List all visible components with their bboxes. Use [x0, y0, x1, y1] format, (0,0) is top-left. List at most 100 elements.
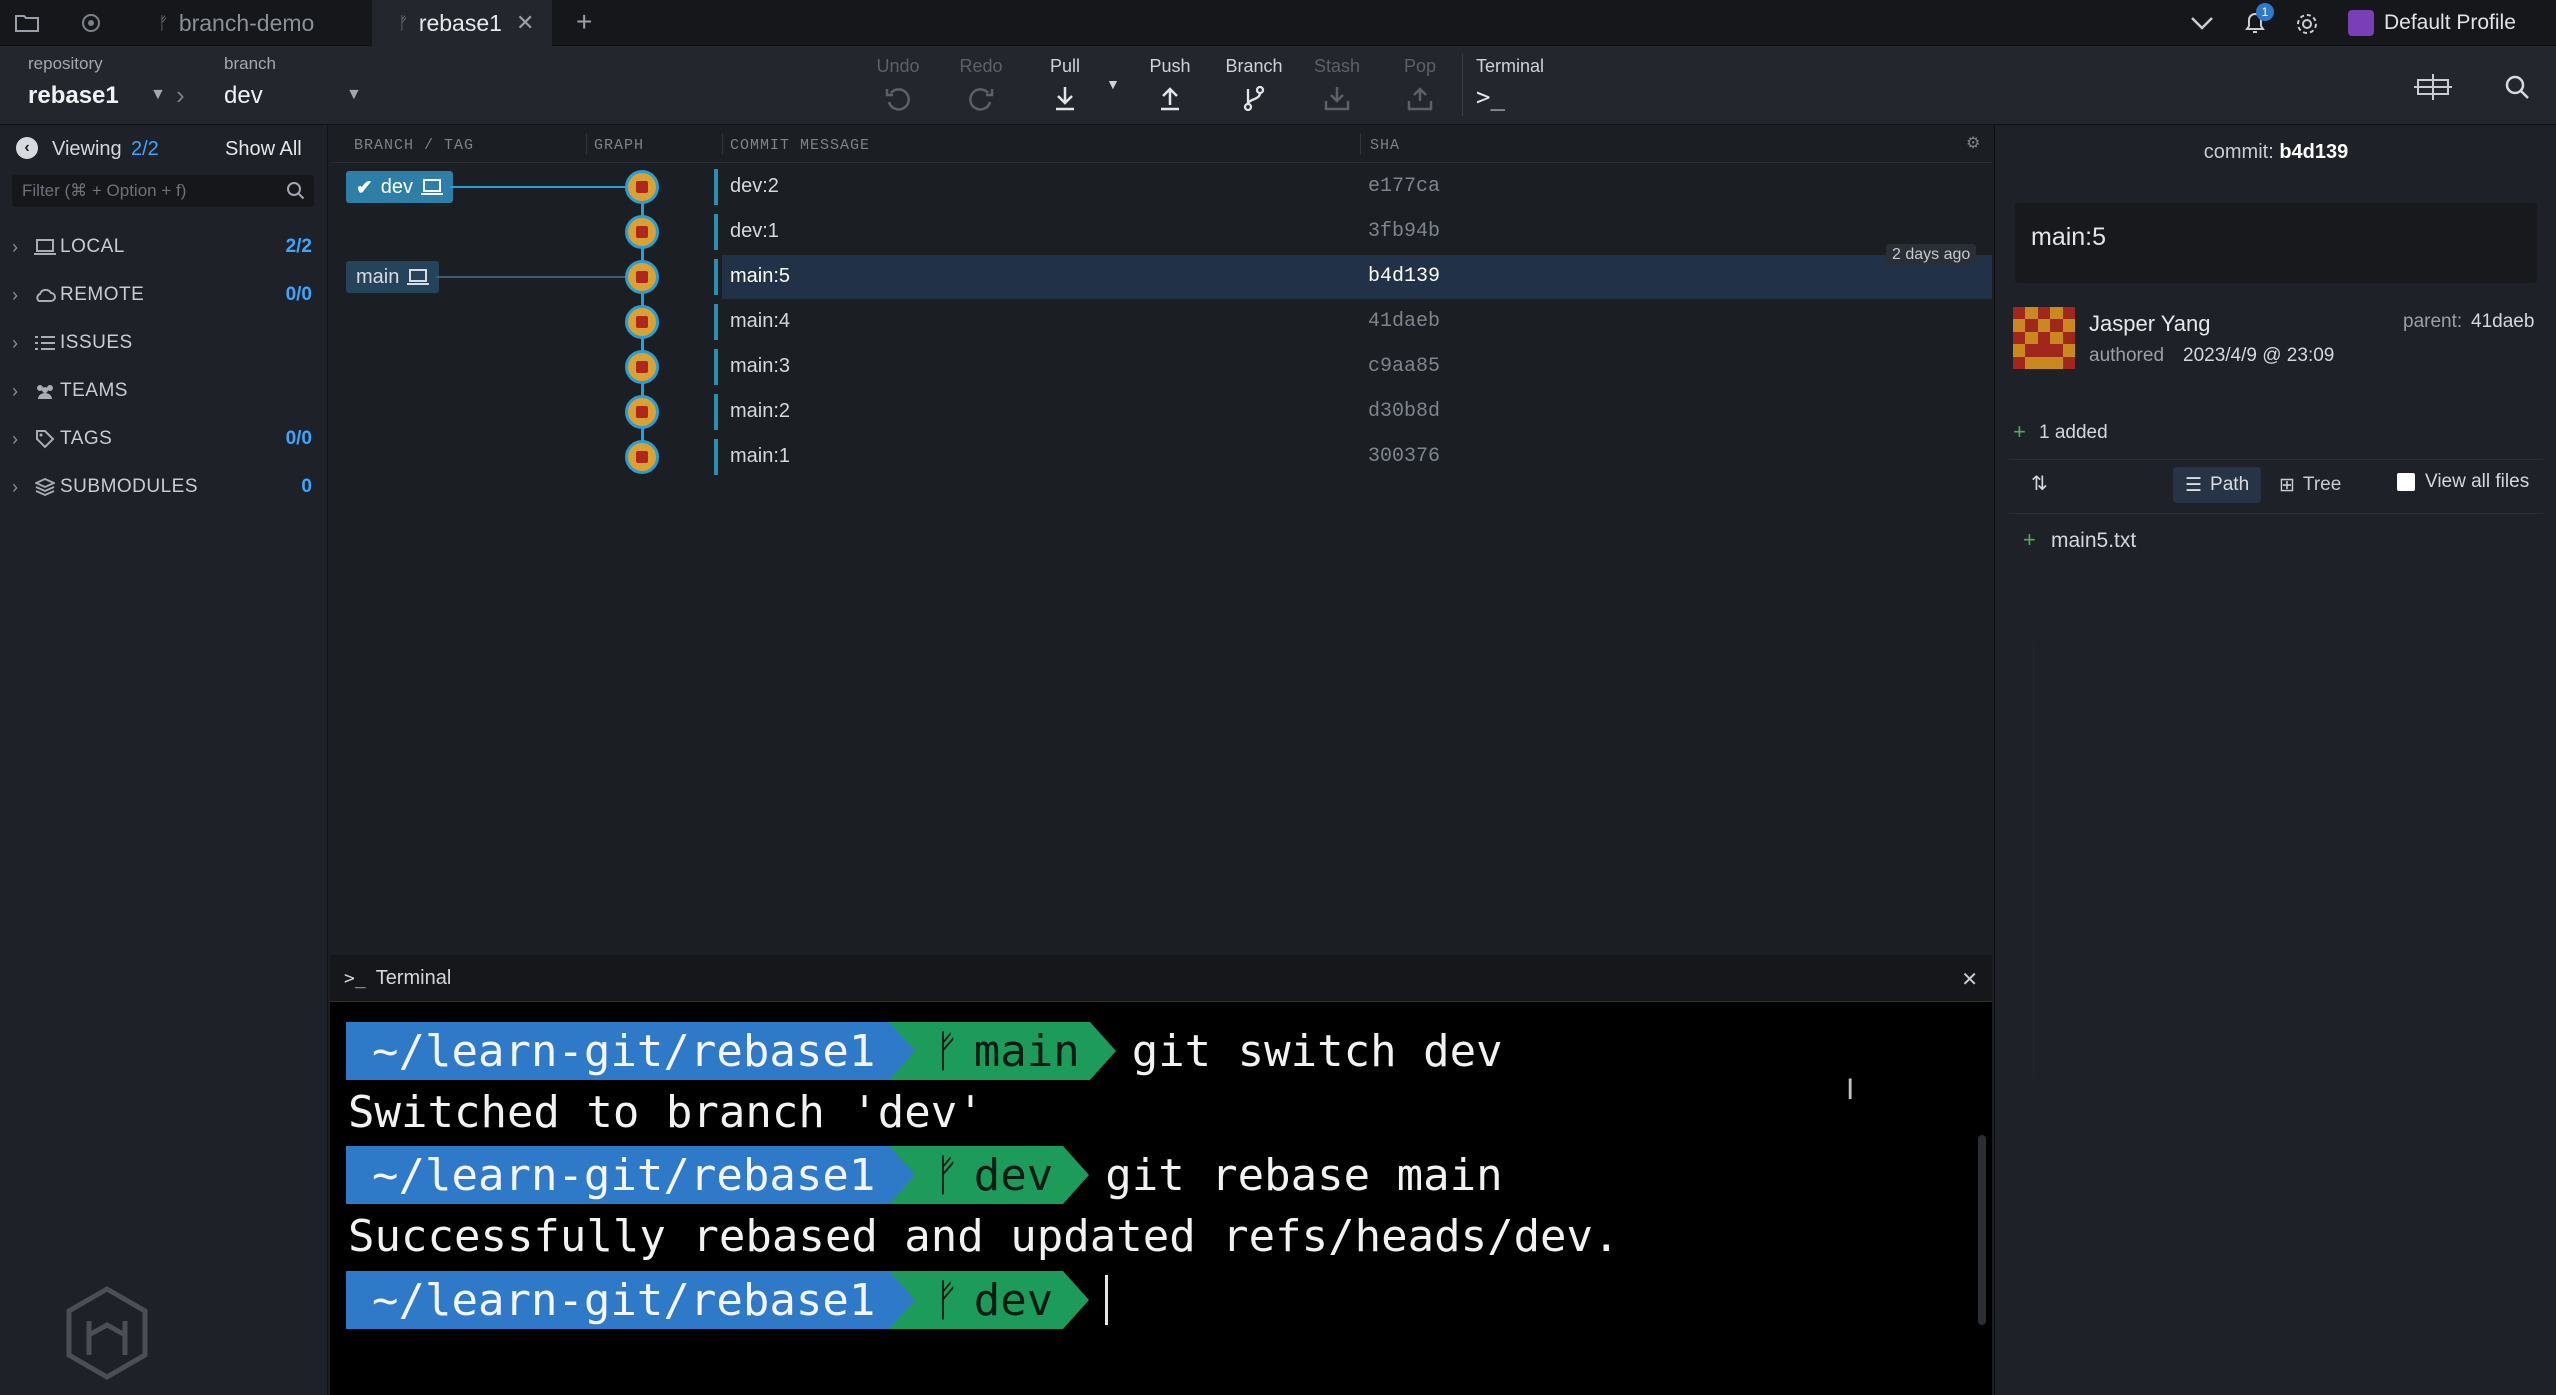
commit-message: main:3	[730, 355, 791, 377]
pull-icon	[1056, 87, 1074, 111]
terminal-panel[interactable]: >_ Terminal ✕ ~/learn-git/rebase1 ᚠ main …	[330, 955, 1992, 1395]
section-remote[interactable]: › REMOTE 0/0	[0, 275, 328, 315]
commit-avatar[interactable]	[625, 260, 659, 294]
terminal-icon: >_	[1476, 83, 1505, 111]
header-commit-message[interactable]: COMMIT MESSAGE	[730, 137, 870, 154]
commit-avatar[interactable]	[625, 395, 659, 429]
section-local[interactable]: › LOCAL 2/2	[0, 227, 328, 267]
commit-header: commit: b4d139	[1995, 141, 2556, 164]
close-tab-icon[interactable]: ✕	[516, 10, 534, 36]
section-teams[interactable]: › TEAMS	[0, 371, 328, 411]
branch-label-dev[interactable]: ✔ dev	[346, 171, 454, 203]
tree-view-button[interactable]: ⊞ Tree	[2267, 467, 2353, 503]
file-row[interactable]: + main5.txt	[2009, 525, 2543, 561]
terminal-button[interactable]: Terminal >_	[1476, 56, 1566, 111]
commit-row[interactable]: main:2 d30b8d	[330, 390, 1992, 434]
terminal-scrollbar[interactable]	[1978, 1135, 1986, 1325]
viewing-label: Viewing	[52, 138, 122, 160]
tree-icon: ⊞	[2279, 474, 2295, 496]
gitkraken-icon[interactable]	[78, 10, 104, 36]
filter-field[interactable]: Filter (⌘ + Option + f)	[12, 175, 314, 207]
commit-avatar[interactable]	[625, 215, 659, 249]
search-icon[interactable]	[2502, 72, 2532, 102]
cloud-icon	[30, 287, 60, 303]
prompt-separator	[1063, 1146, 1090, 1204]
chevron-right-icon: ›	[12, 380, 18, 401]
pop-button[interactable]: Pop	[1385, 56, 1455, 113]
commit-sha: e177ca	[1368, 175, 1441, 198]
branch-button[interactable]: Branch	[1219, 56, 1289, 113]
show-all-button[interactable]: Show All	[225, 138, 302, 161]
layout-toggle-icon[interactable]	[2412, 70, 2454, 104]
undo-button[interactable]: Undo	[863, 56, 933, 113]
section-tags[interactable]: › TAGS 0/0	[0, 419, 328, 459]
commit-row[interactable]: main:4 41daeb	[330, 300, 1992, 344]
chevron-right-icon: ›	[12, 284, 18, 305]
commit-avatar[interactable]	[625, 305, 659, 339]
prompt-separator	[889, 1271, 916, 1329]
header-sha[interactable]: SHA	[1370, 137, 1400, 154]
column-divider	[722, 133, 723, 155]
repo-selector[interactable]: rebase1	[28, 82, 119, 110]
commit-sha[interactable]: b4d139	[2279, 141, 2348, 163]
chevron-down-icon[interactable]	[2188, 10, 2216, 36]
profile-name[interactable]: Default Profile	[2384, 11, 2516, 35]
close-icon[interactable]: ✕	[1961, 967, 1978, 992]
repo-dropdown-icon[interactable]: ▼	[150, 86, 166, 104]
terminal-cursor	[1105, 1275, 1109, 1325]
commit-summary-box[interactable]: main:5	[2015, 203, 2537, 283]
commit-row[interactable]: main:3 c9aa85	[330, 345, 1992, 389]
header-branch-tag[interactable]: BRANCH / TAG	[354, 137, 474, 154]
pull-options-icon[interactable]: ▼	[1106, 76, 1120, 92]
row-marker	[714, 394, 718, 430]
chevron-right-icon: ›	[12, 236, 18, 257]
view-all-checkbox[interactable]	[2397, 473, 2415, 491]
branch-selector[interactable]: dev	[224, 82, 263, 110]
commit-avatar[interactable]	[625, 170, 659, 204]
new-tab-button[interactable]: +	[576, 6, 592, 38]
section-name: LOCAL	[60, 236, 125, 257]
author-avatar	[2013, 307, 2075, 369]
commit-row[interactable]: main main:5 b4d139	[330, 255, 1992, 299]
back-circle-icon[interactable]: ‹	[16, 137, 38, 159]
commit-message: dev:1	[730, 220, 779, 242]
commit-message: main:1	[730, 445, 791, 467]
commit-row[interactable]: main:1 300376	[330, 435, 1992, 479]
push-button[interactable]: Push	[1135, 56, 1205, 113]
sort-icon[interactable]: ⇅	[2031, 471, 2048, 496]
tab-branch-demo[interactable]: ᚠ branch-demo	[148, 0, 368, 46]
section-count: 0	[301, 476, 312, 497]
column-settings-icon[interactable]: ⚙	[1966, 133, 1980, 153]
stash-button[interactable]: Stash	[1302, 56, 1372, 113]
file-toolbar-divider	[2009, 459, 2543, 460]
repo-caption: repository	[28, 54, 103, 73]
gear-icon[interactable]	[2292, 9, 2322, 39]
git-branch-icon: ᚠ	[933, 1025, 960, 1077]
commit-row[interactable]: ✔ dev dev:2 e177ca	[330, 165, 1992, 209]
tab-rebase1[interactable]: ᚠ rebase1 ✕	[372, 0, 552, 46]
commit-summary: main:5	[2031, 223, 2107, 251]
profile-avatar[interactable]	[2348, 10, 2374, 36]
redo-icon	[969, 88, 994, 111]
section-name: REMOTE	[60, 284, 145, 305]
column-divider	[586, 133, 587, 155]
redo-button[interactable]: Redo	[946, 56, 1016, 113]
branch-label-main[interactable]: main	[346, 261, 440, 293]
section-name: SUBMODULES	[60, 476, 199, 497]
path-view-button[interactable]: ☰ Path	[2173, 467, 2262, 503]
commit-avatar[interactable]	[625, 350, 659, 384]
section-submodules[interactable]: › SUBMODULES 0	[0, 467, 328, 507]
pull-button[interactable]: Pull	[1030, 56, 1100, 113]
commit-row[interactable]: dev:1 3fb94b	[330, 210, 1992, 254]
search-icon	[286, 181, 306, 201]
section-issues[interactable]: › ISSUES	[0, 323, 328, 363]
pull-label: Pull	[1049, 56, 1080, 76]
header-graph[interactable]: GRAPH	[594, 137, 644, 154]
commit-avatar[interactable]	[625, 440, 659, 474]
folder-icon[interactable]	[14, 10, 40, 36]
branch-dropdown-icon[interactable]: ▼	[346, 86, 362, 104]
branch-name: main	[356, 265, 400, 288]
file-added-icon: +	[2023, 527, 2036, 552]
parent-sha[interactable]: 41daeb	[2471, 311, 2534, 333]
section-count: 0/0	[285, 284, 312, 305]
